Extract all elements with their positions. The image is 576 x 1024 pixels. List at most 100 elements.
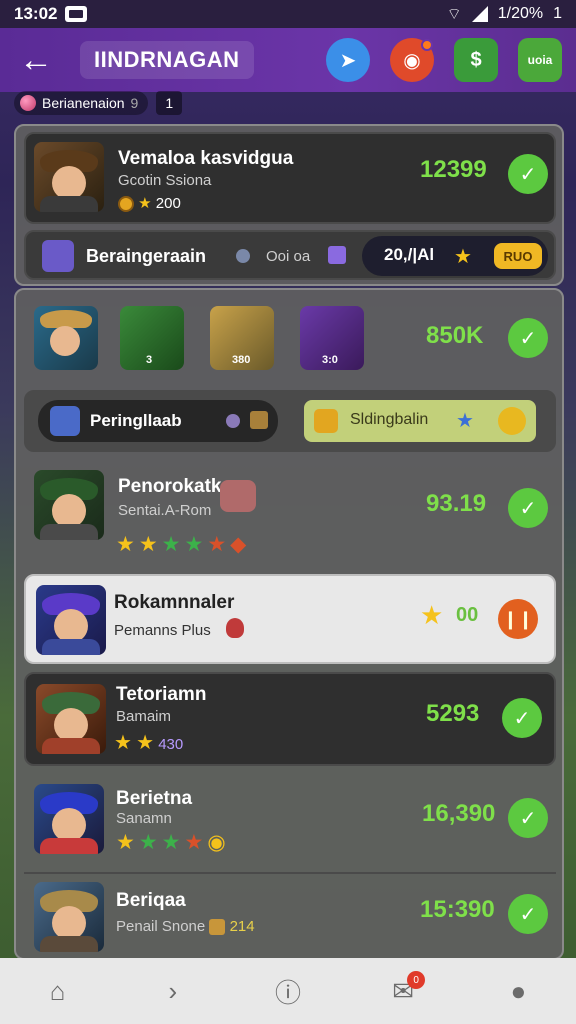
star-icon: ★ bbox=[184, 533, 204, 556]
star-icon: ★ bbox=[184, 831, 204, 854]
player-score: 5293 bbox=[426, 700, 480, 727]
rating-number: 214 bbox=[229, 918, 255, 935]
coin-count: 200 bbox=[155, 195, 181, 212]
pause-button[interactable]: ❙❙ bbox=[498, 599, 538, 639]
home-icon[interactable]: ⌂ bbox=[36, 969, 80, 1013]
player-score: 15:390 bbox=[420, 896, 495, 923]
section-chip[interactable]: Berianenaion 9 bbox=[14, 91, 149, 115]
info-icon[interactable]: ⓘ bbox=[266, 969, 310, 1013]
profile-icon[interactable]: ● bbox=[496, 969, 540, 1013]
compass-icon[interactable]: ➤ bbox=[326, 38, 370, 82]
value-pill[interactable]: 20,/|Al ★ RUO bbox=[362, 236, 548, 276]
section-label: Berianenaion bbox=[42, 95, 125, 111]
item-score: 850K bbox=[426, 322, 484, 349]
badge-icon[interactable]: uoia bbox=[518, 38, 562, 82]
item-row: 3 380 3:0 850K ✓ bbox=[24, 296, 556, 388]
avatar bbox=[36, 585, 106, 655]
rating-stars: ★ ★ ★ ★ ★ ◆ bbox=[116, 532, 246, 557]
screenshot-icon bbox=[65, 6, 88, 22]
app-header: ← IINDRNAGAN ➤ ◉ $ uoia bbox=[0, 28, 576, 92]
medal-icon bbox=[498, 407, 526, 435]
player-subtitle: Gcotin Ssiona bbox=[118, 172, 212, 189]
list-panel: 3 380 3:0 850K ✓ Peringllaab Sldingbalin… bbox=[14, 288, 564, 960]
filter-left[interactable]: Peringllaab bbox=[38, 400, 278, 442]
status-bar: 13:02 ⌔ 1/20% 1 bbox=[0, 0, 576, 28]
orb-icon bbox=[20, 95, 36, 111]
cash-icon[interactable]: $ bbox=[454, 38, 498, 82]
player-coins: ★ 200 bbox=[118, 194, 181, 213]
top-player-card[interactable]: Vemaloa kasvidgua Gcotin Ssiona ★ 200 12… bbox=[24, 132, 556, 224]
apple-icon[interactable] bbox=[262, 38, 306, 82]
check-button[interactable]: ✓ bbox=[508, 154, 548, 194]
star-icon: ★ bbox=[116, 533, 135, 556]
banner-card: Beraingeraain Ooi oa 20,/|Al ★ RUO bbox=[24, 230, 556, 280]
list-item[interactable]: Berietna Sanamn ★ ★ ★ ★ ◉ 16,390 ✓ bbox=[24, 774, 556, 868]
filter-right[interactable]: Sldingbalin ★ bbox=[304, 400, 536, 442]
banner-mid: Ooi oa bbox=[266, 248, 311, 265]
check-button[interactable]: ✓ bbox=[508, 318, 548, 358]
tile-value: 380 bbox=[232, 354, 251, 366]
tile-value: 3 bbox=[146, 354, 153, 366]
coin-icon bbox=[314, 409, 338, 433]
player-score: 12399 bbox=[420, 156, 487, 183]
star-icon: ★ bbox=[161, 533, 181, 556]
check-button[interactable]: ✓ bbox=[508, 798, 548, 838]
avatar bbox=[34, 470, 104, 540]
status-time: 13:02 bbox=[14, 4, 58, 23]
avatar bbox=[34, 142, 104, 212]
player-name: Penorokatke bbox=[118, 476, 233, 497]
check-button[interactable]: ✓ bbox=[508, 488, 548, 528]
list-item[interactable]: Penorokatke Sentai.A-Rom ★ ★ ★ ★ ★ ◆ 93.… bbox=[24, 458, 556, 568]
medal-icon: ◉ bbox=[207, 831, 226, 854]
section-suffix: 9 bbox=[130, 95, 139, 111]
shield-icon bbox=[42, 240, 74, 272]
status-extra: 1 bbox=[553, 5, 562, 22]
player-subtitle: Bamaim bbox=[116, 708, 172, 725]
item-tile-hat[interactable]: 3 bbox=[120, 306, 184, 370]
list-item[interactable]: Beriqaa Penail Snone 214 15:390 ✓ bbox=[24, 872, 556, 958]
top-panel: Vemaloa kasvidgua Gcotin Ssiona ★ 200 12… bbox=[14, 124, 564, 286]
star-icon: ★ bbox=[138, 533, 158, 556]
filter-row: Peringllaab Sldingbalin ★ bbox=[24, 390, 556, 452]
page-title: IINDRNAGAN bbox=[80, 41, 254, 79]
check-button[interactable]: ✓ bbox=[508, 894, 548, 934]
status-battery: 1/20% bbox=[497, 5, 544, 22]
rating-stars: ★ ★ ★ ★ ◉ bbox=[116, 830, 226, 855]
alert-icon[interactable]: ◉ bbox=[390, 38, 434, 82]
section-count: 1 bbox=[156, 91, 183, 115]
avatar bbox=[34, 784, 104, 854]
gem-icon bbox=[236, 249, 250, 263]
signal-icon bbox=[471, 6, 488, 22]
item-tile-gear[interactable]: 3:0 bbox=[300, 306, 364, 370]
chest-icon bbox=[250, 411, 268, 429]
star-icon: ★ bbox=[456, 410, 474, 432]
bottom-nav: ⌂ › ⓘ ✉ 0 ● bbox=[0, 958, 576, 1024]
tile-value: 3:0 bbox=[322, 354, 338, 366]
chevron-right-icon[interactable]: › bbox=[151, 969, 195, 1013]
back-button[interactable]: ← bbox=[14, 38, 58, 82]
star-icon: ★ bbox=[136, 732, 155, 754]
check-button[interactable]: ✓ bbox=[502, 698, 542, 738]
player-name: Berietna bbox=[116, 788, 193, 809]
badge-icon-label: uoia bbox=[527, 53, 553, 67]
banner-button[interactable]: RUO bbox=[494, 243, 542, 269]
gem-icon bbox=[226, 414, 240, 428]
player-rating: ★ ★ 430 bbox=[114, 730, 183, 755]
player-name: Vemaloa kasvidgua bbox=[118, 148, 294, 169]
star-icon: ★ bbox=[138, 831, 158, 854]
sub-bar: Berianenaion 9 1 bbox=[14, 90, 183, 116]
player-score: 93.19 bbox=[426, 490, 487, 517]
avatar bbox=[36, 684, 106, 754]
gem-icon bbox=[226, 618, 244, 638]
list-item[interactable]: Tetoriamn Bamaim ★ ★ 430 5293 ✓ bbox=[24, 672, 556, 766]
star-icon: ★ bbox=[454, 246, 472, 268]
item-tile-armor[interactable]: 380 bbox=[210, 306, 274, 370]
avatar[interactable] bbox=[34, 306, 98, 370]
list-item[interactable]: Rokamnnaler Pemanns Plus ★ 00 ❙❙ bbox=[24, 574, 556, 664]
player-subtitle: Pemanns Plus bbox=[114, 622, 211, 639]
shield-icon bbox=[50, 406, 80, 436]
mail-icon[interactable]: ✉ 0 bbox=[381, 969, 426, 1013]
player-name: Tetoriamn bbox=[116, 684, 207, 705]
player-name: Beriqaa bbox=[116, 890, 186, 911]
coin-icon bbox=[118, 196, 134, 213]
